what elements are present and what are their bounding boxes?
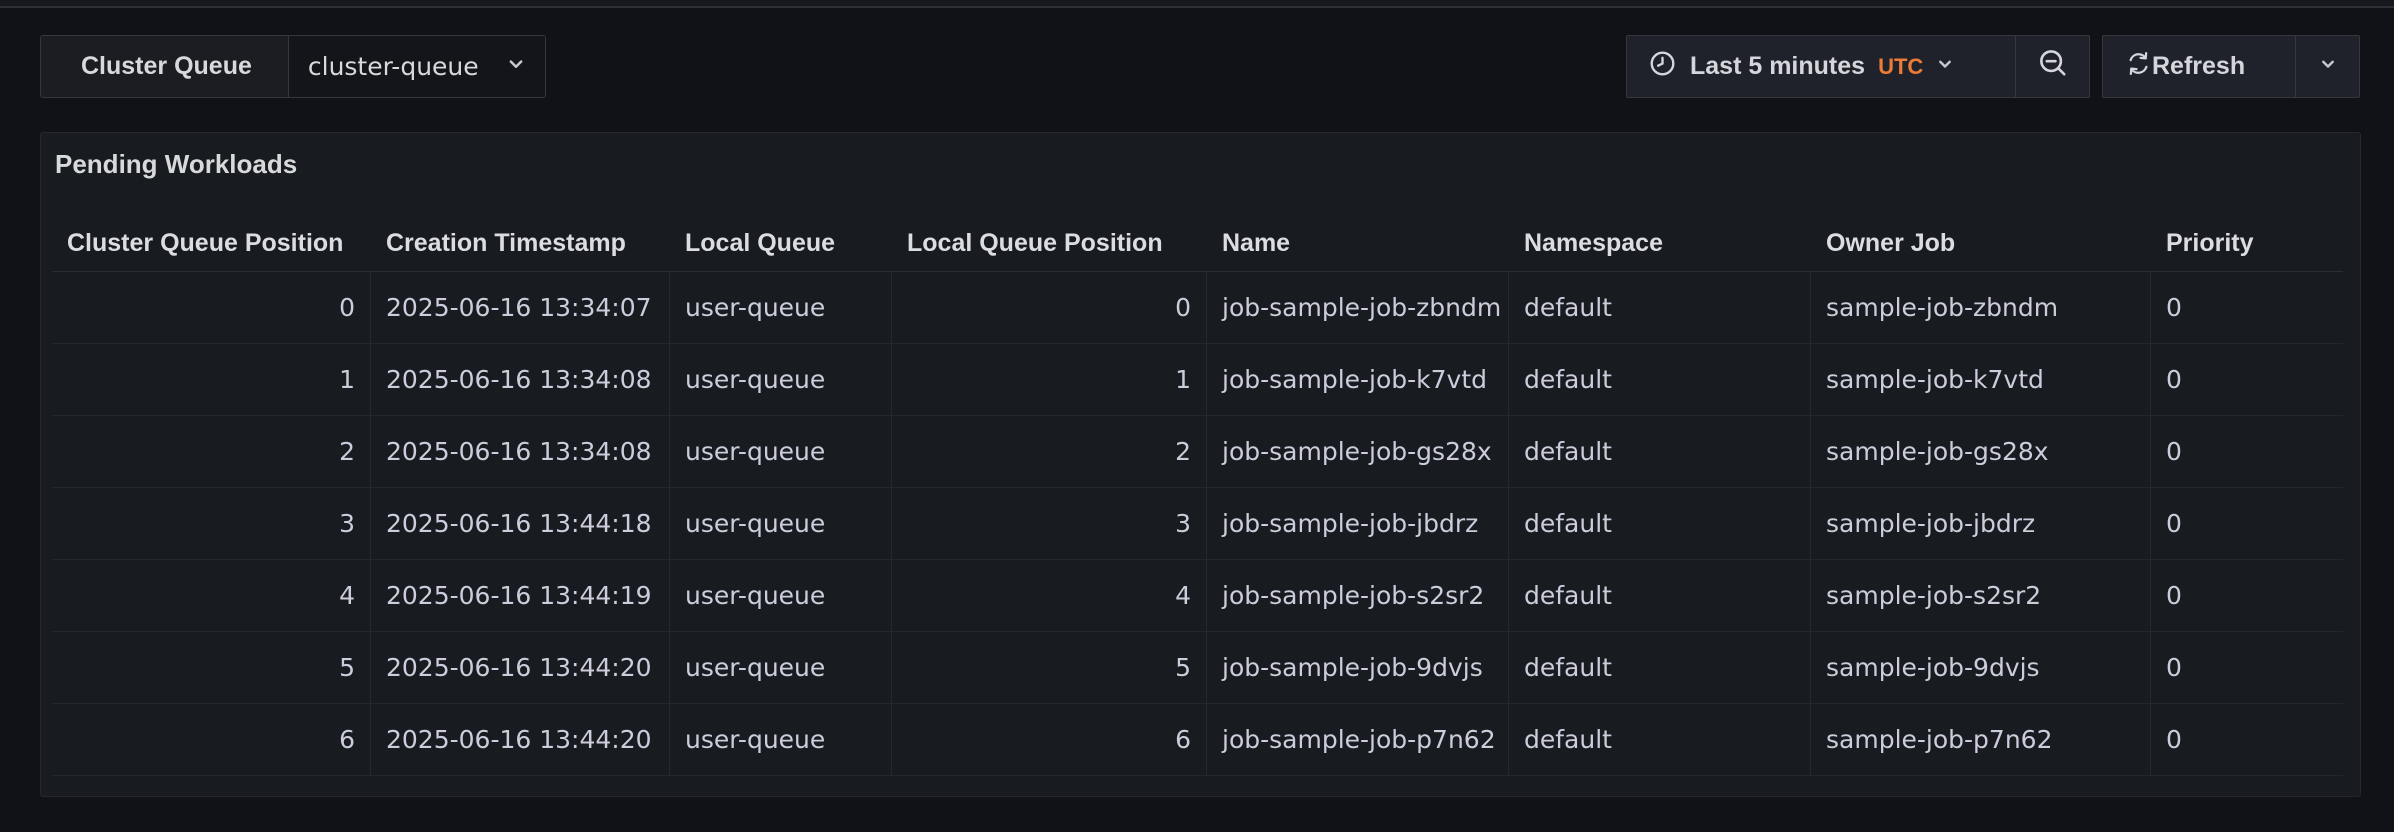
table-cell: 0 — [892, 272, 1207, 343]
table-row: 52025-06-16 13:44:20user-queue5job-sampl… — [52, 632, 2343, 704]
header-cell-priority[interactable]: Priority — [2151, 216, 2343, 271]
header-cell-owner-job[interactable]: Owner Job — [1811, 216, 2151, 271]
table-cell: job-sample-job-jbdrz — [1207, 488, 1509, 559]
table-cell: 0 — [2151, 272, 2343, 343]
table-cell: 5 — [52, 632, 371, 703]
time-range-picker-button[interactable]: Last 5 minutes UTC — [1626, 35, 2016, 98]
table-cell: 0 — [2151, 416, 2343, 487]
dashboard-toolbar: Cluster Queue cluster-queue Last 5 minut… — [40, 35, 2360, 98]
table-cell: job-sample-job-zbndm — [1207, 272, 1509, 343]
table-cell: 2 — [52, 416, 371, 487]
table-cell: 6 — [892, 704, 1207, 775]
table-row: 32025-06-16 13:44:18user-queue3job-sampl… — [52, 488, 2343, 560]
table-cell: 3 — [52, 488, 371, 559]
panel-title[interactable]: Pending Workloads — [55, 149, 297, 180]
table-row: 02025-06-16 13:34:07user-queue0job-sampl… — [52, 272, 2343, 344]
table-cell: 4 — [52, 560, 371, 631]
pending-workloads-table: Cluster Queue PositionCreation Timestamp… — [52, 216, 2343, 776]
timezone-badge: UTC — [1878, 54, 1923, 80]
time-range-label: Last 5 minutes — [1690, 52, 1865, 81]
table-row: 62025-06-16 13:44:20user-queue6job-sampl… — [52, 704, 2343, 776]
table-cell: job-sample-job-p7n62 — [1207, 704, 1509, 775]
header-cell-local-queue[interactable]: Local Queue — [670, 216, 892, 271]
table-cell: default — [1509, 488, 1811, 559]
header-cell-name[interactable]: Name — [1207, 216, 1509, 271]
table-cell: 2025-06-16 13:44:19 — [371, 560, 670, 631]
table-cell: default — [1509, 632, 1811, 703]
table-cell: 1 — [52, 344, 371, 415]
table-cell: 2 — [892, 416, 1207, 487]
table-cell: 0 — [2151, 704, 2343, 775]
header-cell-namespace[interactable]: Namespace — [1509, 216, 1811, 271]
table-cell: job-sample-job-9dvjs — [1207, 632, 1509, 703]
table-cell: 0 — [52, 272, 371, 343]
table-cell: 2025-06-16 13:44:20 — [371, 704, 670, 775]
table-cell: 0 — [2151, 488, 2343, 559]
table-header-row: Cluster Queue PositionCreation Timestamp… — [52, 216, 2343, 272]
table-cell: user-queue — [670, 704, 892, 775]
table-row: 22025-06-16 13:34:08user-queue2job-sampl… — [52, 416, 2343, 488]
variable-value-dropdown[interactable]: cluster-queue — [289, 36, 545, 97]
variable-label: Cluster Queue — [41, 36, 289, 97]
clock-icon — [1649, 50, 1676, 84]
table-cell: sample-job-s2sr2 — [1811, 560, 2151, 631]
table-cell: 0 — [2151, 344, 2343, 415]
table-cell: default — [1509, 560, 1811, 631]
table-cell: 2025-06-16 13:34:08 — [371, 344, 670, 415]
table-cell: job-sample-job-gs28x — [1207, 416, 1509, 487]
table-cell: 2025-06-16 13:34:08 — [371, 416, 670, 487]
header-cell-cluster-queue-position[interactable]: Cluster Queue Position — [52, 216, 371, 271]
pending-workloads-panel: Pending Workloads Cluster Queue Position… — [40, 132, 2361, 797]
table-cell: job-sample-job-s2sr2 — [1207, 560, 1509, 631]
table-cell: user-queue — [670, 416, 892, 487]
table-cell: sample-job-gs28x — [1811, 416, 2151, 487]
table-cell: sample-job-zbndm — [1811, 272, 2151, 343]
table-cell: default — [1509, 704, 1811, 775]
chevron-down-icon — [1935, 52, 1955, 81]
chevron-down-icon — [505, 52, 527, 81]
table-cell: user-queue — [670, 488, 892, 559]
table-cell: 1 — [892, 344, 1207, 415]
table-row: 42025-06-16 13:44:19user-queue4job-sampl… — [52, 560, 2343, 632]
table-cell: user-queue — [670, 344, 892, 415]
table-cell: default — [1509, 416, 1811, 487]
table-cell: user-queue — [670, 272, 892, 343]
table-cell: default — [1509, 272, 1811, 343]
refresh-label: Refresh — [2152, 52, 2245, 81]
table-cell: 0 — [2151, 560, 2343, 631]
table-cell: job-sample-job-k7vtd — [1207, 344, 1509, 415]
refresh-interval-dropdown-button[interactable] — [2295, 35, 2360, 98]
table-row: 12025-06-16 13:34:08user-queue1job-sampl… — [52, 344, 2343, 416]
refresh-button[interactable]: Refresh — [2102, 35, 2296, 98]
toolbar-right-controls: Last 5 minutes UTC Refresh — [1626, 35, 2360, 98]
table-body: 02025-06-16 13:34:07user-queue0job-sampl… — [52, 272, 2343, 776]
chevron-down-icon — [2318, 52, 2338, 81]
header-cell-local-queue-position[interactable]: Local Queue Position — [892, 216, 1207, 271]
table-cell: default — [1509, 344, 1811, 415]
table-cell: 0 — [2151, 632, 2343, 703]
header-cell-creation-timestamp[interactable]: Creation Timestamp — [371, 216, 670, 271]
time-zoom-out-button[interactable] — [2015, 35, 2090, 98]
variable-selected-value: cluster-queue — [308, 52, 479, 81]
table-cell: 4 — [892, 560, 1207, 631]
table-cell: 6 — [52, 704, 371, 775]
refresh-sync-icon — [2125, 50, 2152, 84]
table-cell: sample-job-p7n62 — [1811, 704, 2151, 775]
table-cell: 2025-06-16 13:44:20 — [371, 632, 670, 703]
table-cell: 3 — [892, 488, 1207, 559]
page-top-edge — [0, 0, 2394, 8]
magnifier-minus-icon — [2038, 48, 2068, 85]
table-cell: 2025-06-16 13:44:18 — [371, 488, 670, 559]
table-cell: 2025-06-16 13:34:07 — [371, 272, 670, 343]
table-cell: user-queue — [670, 560, 892, 631]
table-cell: user-queue — [670, 632, 892, 703]
variable-selector-cluster-queue: Cluster Queue cluster-queue — [40, 35, 546, 98]
table-cell: sample-job-jbdrz — [1811, 488, 2151, 559]
table-cell: sample-job-k7vtd — [1811, 344, 2151, 415]
table-cell: 5 — [892, 632, 1207, 703]
table-cell: sample-job-9dvjs — [1811, 632, 2151, 703]
